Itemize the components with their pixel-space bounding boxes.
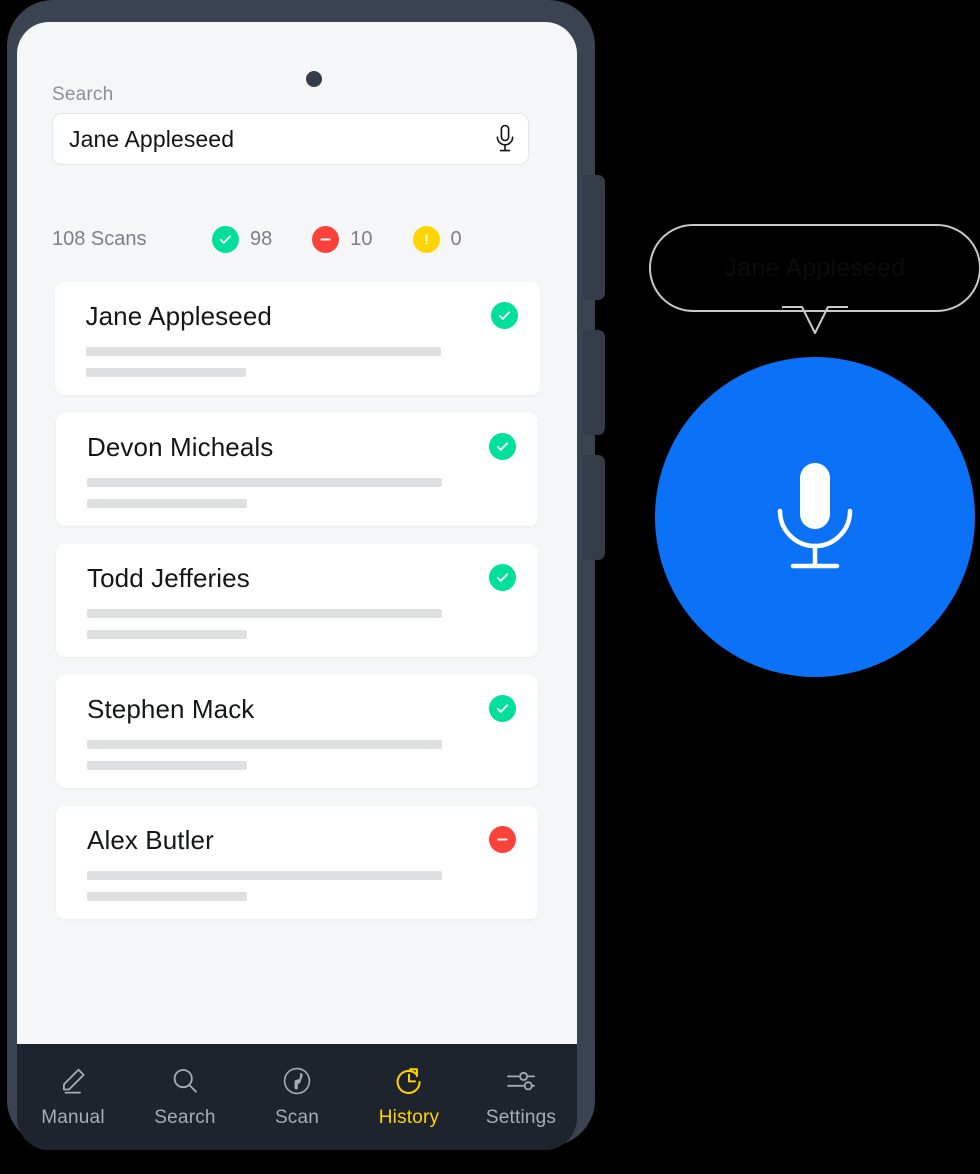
voice-bubble-tail-icon [782,305,848,346]
total-scans-label: 108 Scans [52,228,212,251]
stat-pass-count: 98 [250,228,272,251]
screenshot-stage: Search Jane Appleseed 108 Scans 98 [0,0,980,1174]
result-detail-placeholder-primary [87,609,442,618]
result-detail-placeholder-primary [87,871,442,880]
search-input[interactable]: Jane Appleseed [52,113,529,165]
warning-circle-icon [413,226,440,253]
scan-stats-row: 108 Scans 98 10 0 [52,221,522,257]
stat-warning-count: 0 [451,228,462,251]
search-label: Search [52,84,113,106]
tab-scan[interactable]: Scan [241,1064,353,1129]
search-icon [169,1064,201,1098]
tab-settings[interactable]: Settings [465,1064,577,1129]
bottom-tab-bar: Manual Search Scan [17,1044,577,1150]
result-name: Jane Appleseed [86,302,516,331]
tab-history[interactable]: History [353,1064,465,1129]
check-circle-icon [489,433,516,460]
list-item[interactable]: Devon Micheals [56,413,538,526]
result-detail-placeholder-secondary [86,368,246,377]
search-input-value: Jane Appleseed [53,126,482,153]
list-item[interactable]: Todd Jefferies [56,544,538,657]
result-detail-placeholder-primary [87,478,442,487]
minus-circle-icon [489,826,516,853]
result-detail-placeholder-secondary [87,499,247,508]
tab-settings-label: Settings [486,1107,556,1129]
tab-manual-label: Manual [41,1107,105,1129]
result-name: Todd Jefferies [87,564,514,593]
check-circle-icon [489,564,516,591]
voice-transcript-bubble: Jane Appleseed [649,224,980,312]
history-icon [393,1064,425,1098]
result-detail-placeholder-primary [87,740,442,749]
result-detail-placeholder-primary [86,347,441,356]
stat-fail: 10 [312,226,372,253]
check-circle-icon [491,302,518,329]
phone-power-button[interactable] [583,455,605,560]
tab-search-label: Search [154,1107,215,1129]
result-name: Alex Butler [87,826,514,855]
result-detail-placeholder-secondary [87,630,247,639]
stat-pass: 98 [212,226,272,253]
stat-fail-count: 10 [350,228,372,251]
check-circle-icon [212,226,239,253]
check-circle-icon [489,695,516,722]
voice-transcript-text: Jane Appleseed [725,254,906,283]
tab-history-label: History [379,1107,440,1129]
tab-search[interactable]: Search [129,1064,241,1129]
stat-warning: 0 [413,226,462,253]
history-result-list: Jane Appleseed Devon Micheals Todd Jeffe… [17,282,577,937]
result-detail-placeholder-secondary [87,892,247,901]
tab-scan-label: Scan [275,1107,319,1129]
phone-screen: Search Jane Appleseed 108 Scans 98 [17,22,577,1122]
pencil-icon [57,1064,89,1098]
voice-mic-button[interactable] [655,357,975,677]
scanner-gun-icon [281,1064,313,1098]
microphone-icon[interactable] [482,124,528,154]
phone-volume-up-button[interactable] [583,175,605,300]
list-item[interactable]: Alex Butler [56,806,538,919]
result-name: Stephen Mack [87,695,514,724]
list-item[interactable]: Jane Appleseed [55,282,540,395]
sliders-icon [504,1064,538,1098]
front-camera-icon [306,71,322,87]
minus-circle-icon [312,226,339,253]
phone-volume-down-button[interactable] [583,330,605,435]
tab-manual[interactable]: Manual [17,1064,129,1129]
result-detail-placeholder-secondary [87,761,247,770]
result-name: Devon Micheals [87,433,514,462]
list-item[interactable]: Stephen Mack [56,675,538,788]
